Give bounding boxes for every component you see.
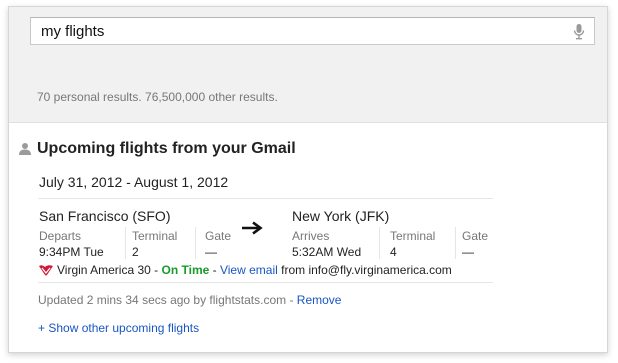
airline-row: Virgin America 30 - On Time - View email… [38, 263, 452, 277]
flight-status: On Time [161, 263, 210, 277]
separator: - [209, 263, 220, 277]
search-header: my flights 70 personal results. 76,500,0… [9, 7, 607, 123]
arrives-label: Arrives [292, 229, 330, 243]
flights-card: Upcoming flights from your Gmail July 31… [9, 123, 607, 352]
email-source: from info@fly.virginamerica.com [277, 263, 452, 277]
right-arrow-icon [242, 221, 263, 235]
flight-name: Virgin America 30 [57, 263, 151, 277]
search-query[interactable]: my flights [41, 23, 104, 40]
view-email-link[interactable]: View email [220, 263, 278, 277]
origin-gate-value: — [205, 245, 217, 259]
column-divider [195, 227, 196, 259]
updated-note: Updated 2 mins 34 secs ago by flightstat… [38, 293, 341, 307]
virgin-america-logo-icon [39, 265, 53, 276]
destination-gate-label: Gate [462, 229, 489, 243]
origin-terminal-label: Terminal [132, 229, 178, 243]
date-divider [38, 198, 493, 199]
destination-gate-value: — [462, 245, 474, 259]
airline-divider [38, 282, 493, 283]
flight-date-range: July 31, 2012 - August 1, 2012 [39, 174, 229, 190]
origin-terminal-value: 2 [132, 245, 139, 259]
show-other-flights-link[interactable]: + Show other upcoming flights [38, 321, 199, 335]
person-icon [19, 143, 31, 155]
search-input[interactable]: my flights [30, 17, 595, 45]
updated-text: Updated 2 mins 34 secs ago by flightstat… [38, 293, 297, 307]
card-title: Upcoming flights from your Gmail [37, 140, 296, 157]
destination-city: New York (JFK) [292, 208, 390, 224]
destination-terminal-value: 4 [390, 245, 397, 259]
column-divider [455, 227, 456, 259]
remove-link[interactable]: Remove [297, 293, 342, 307]
departs-label: Departs [39, 229, 82, 243]
results-count: 70 personal results. 76,500,000 other re… [37, 90, 278, 104]
destination-terminal-label: Terminal [390, 229, 436, 243]
arrives-time: 5:32AM Wed [292, 245, 362, 259]
microphone-icon[interactable] [572, 23, 586, 41]
search-results-panel: my flights 70 personal results. 76,500,0… [8, 6, 608, 353]
origin-gate-label: Gate [205, 229, 232, 243]
origin-city: San Francisco (SFO) [39, 208, 171, 224]
column-divider [125, 227, 126, 259]
column-divider [379, 227, 380, 259]
departs-time: 9:34PM Tue [39, 245, 104, 259]
separator: - [150, 263, 162, 277]
